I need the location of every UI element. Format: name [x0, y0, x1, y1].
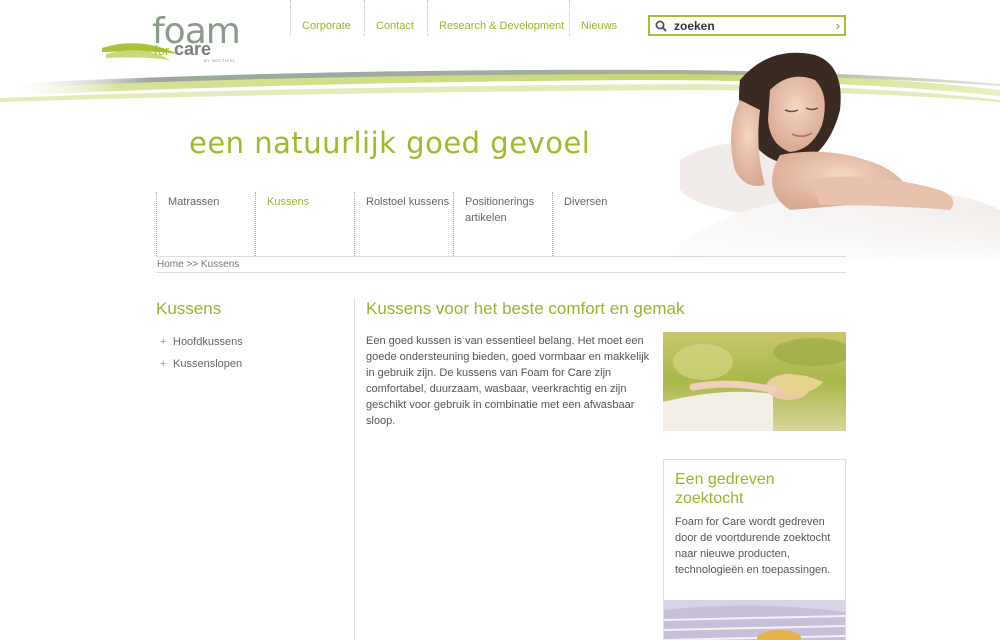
top-navigation: Corporate Contact Research & Development…	[290, 0, 629, 36]
hero-photo	[640, 40, 1000, 265]
sidebar-item-kussenslopen[interactable]: + Kussenslopen	[160, 358, 243, 380]
search-value: zoeken	[674, 19, 715, 33]
sidebar-item-label: Hoofdkussens	[173, 336, 243, 348]
slogan: een natuurlijk goed gevoel	[189, 126, 591, 160]
search-input[interactable]: zoeken ›	[648, 15, 846, 36]
plus-icon: +	[160, 358, 167, 370]
chevron-right-icon[interactable]: ›	[836, 18, 840, 33]
nav-item-positionerings-artikelen[interactable]: Positionerings artikelen	[453, 192, 552, 256]
plus-icon: +	[160, 336, 167, 348]
intro-text: Een goed kussen is van essentieel belang…	[366, 335, 650, 427]
nav-item-rolstoel-kussens[interactable]: Rolstoel kussens	[354, 192, 453, 256]
column-divider	[354, 298, 355, 640]
topnav-nieuws[interactable]: Nieuws	[569, 0, 629, 36]
sidebar-item-label: Kussenslopen	[173, 358, 243, 370]
promo-text: Foam for Care wordt gedreven door de voo…	[675, 516, 831, 576]
divider	[156, 256, 846, 257]
promo-box[interactable]: Een gedreven zoektocht Foam for Care wor…	[663, 459, 846, 640]
sidebar-item-hoofdkussens[interactable]: + Hoofdkussens	[160, 336, 243, 358]
main-navigation: Matrassen Kussens Rolstoel kussens Posit…	[156, 192, 651, 256]
promo-title: Een gedreven zoektocht	[675, 471, 775, 507]
search-icon	[655, 20, 667, 32]
topnav-contact[interactable]: Contact	[364, 0, 427, 36]
promo-image	[664, 600, 845, 640]
breadcrumb[interactable]: Home >> Kussens	[157, 259, 239, 270]
nav-item-matrassen[interactable]: Matrassen	[156, 192, 255, 256]
topnav-corporate[interactable]: Corporate	[290, 0, 364, 36]
page-title: Kussens voor het beste comfort en gemak	[366, 299, 685, 318]
sidebar-list: + Hoofdkussens + Kussenslopen	[160, 336, 243, 380]
divider	[156, 272, 846, 273]
nav-item-diversen[interactable]: Diversen	[552, 192, 651, 256]
nav-item-kussens[interactable]: Kussens	[255, 192, 354, 256]
topnav-research-development[interactable]: Research & Development	[427, 0, 569, 36]
sidebar-title: Kussens	[156, 299, 222, 318]
content-photo	[663, 332, 846, 431]
